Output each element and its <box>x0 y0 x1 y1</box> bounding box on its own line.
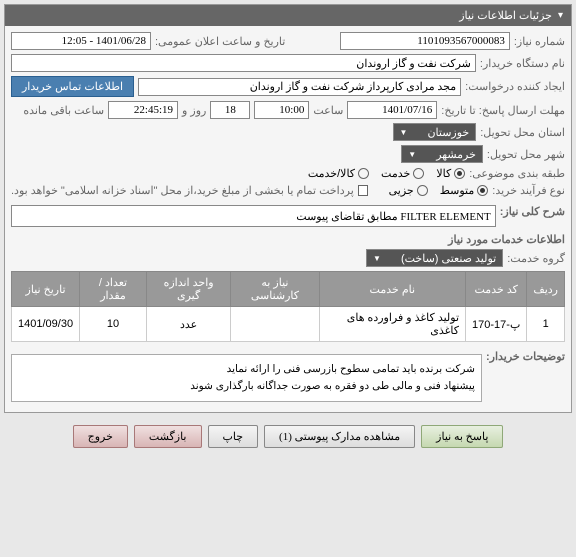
radio-partial-label: جزیی <box>389 184 414 197</box>
public-announce-input[interactable] <box>11 32 151 50</box>
panel-header[interactable]: ▾ جزئیات اطلاعات نیاز <box>5 5 571 26</box>
radio-both-label: کالا/خدمت <box>308 167 355 180</box>
service-group-dropdown[interactable]: تولید صنعتی (ساخت) ▼ <box>366 249 503 267</box>
category-label: طبقه بندی موضوعی: <box>469 167 565 180</box>
radio-medium-label: متوسط <box>440 184 475 197</box>
city-label: شهر محل تحویل: <box>487 148 565 161</box>
deadline-date-input[interactable] <box>347 101 437 119</box>
payment-checkbox[interactable] <box>358 185 368 196</box>
contact-button[interactable]: اطلاعات تماس خریدار <box>11 76 134 97</box>
days-remaining-input[interactable] <box>210 101 250 119</box>
radio-partial[interactable]: جزیی <box>389 184 428 197</box>
radio-service[interactable]: خدمت <box>381 167 424 180</box>
chevron-down-icon: ▼ <box>373 254 381 263</box>
radio-service-label: خدمت <box>381 167 410 180</box>
back-button[interactable]: بازگشت <box>134 425 202 448</box>
service-group-value: تولید صنعتی (ساخت) <box>401 252 496 265</box>
process-type-label: نوع فرآیند خرید: <box>492 184 565 197</box>
city-value: خرمشهر <box>436 148 476 161</box>
public-announce-label: تاریخ و ساعت اعلان عمومی: <box>155 35 285 48</box>
deadline-time-input[interactable] <box>254 101 309 119</box>
radio-icon <box>358 168 369 179</box>
payment-note-label: پرداخت تمام یا بخشی از مبلغ خرید،از محل … <box>11 184 354 197</box>
services-table: ردیف کد خدمت نام خدمت نیاز به کارشناسی و… <box>11 271 565 342</box>
radio-medium[interactable]: متوسط <box>440 184 489 197</box>
print-button[interactable]: چاپ <box>208 425 259 448</box>
chevron-down-icon: ▼ <box>408 150 416 159</box>
cell-unit: عدد <box>146 307 230 342</box>
deadline-label: مهلت ارسال پاسخ: تا تاریخ: <box>441 104 565 117</box>
table-row[interactable]: 1 پ-17-170 تولید کاغذ و فراورده های کاغذ… <box>12 307 565 342</box>
cell-idx: 1 <box>527 307 565 342</box>
action-buttons-bar: پاسخ به نیاز مشاهده مدارک پیوستی (1) چاپ… <box>4 417 572 456</box>
th-row: ردیف <box>527 272 565 307</box>
province-value: خوزستان <box>427 126 469 139</box>
radio-icon <box>454 168 465 179</box>
creator-label: ایجاد کننده درخواست: <box>465 80 565 93</box>
exit-button[interactable]: خروج <box>73 425 128 448</box>
cell-qty: 10 <box>80 307 147 342</box>
radio-goods[interactable]: کالا <box>436 167 465 180</box>
days-label: روز و <box>182 104 206 117</box>
panel-body: شماره نیاز: تاریخ و ساعت اعلان عمومی: نا… <box>5 26 571 412</box>
creator-input[interactable] <box>138 78 461 96</box>
th-expert: نیاز به کارشناسی <box>231 272 319 307</box>
main-panel: ▾ جزئیات اطلاعات نیاز شماره نیاز: تاریخ … <box>4 4 572 413</box>
radio-icon <box>477 185 488 196</box>
cell-name: تولید کاغذ و فراورده های کاغذی <box>319 307 465 342</box>
chevron-down-icon: ▼ <box>400 128 408 137</box>
radio-both[interactable]: کالا/خدمت <box>308 167 369 180</box>
th-unit: واحد اندازه گیری <box>146 272 230 307</box>
buyer-note-line2: پیشنهاد فنی و مالی طی دو فقره به صورت جد… <box>18 378 475 395</box>
reply-button[interactable]: پاسخ به نیاز <box>421 425 503 448</box>
panel-title: جزئیات اطلاعات نیاز <box>459 9 552 22</box>
attachments-button[interactable]: مشاهده مدارک پیوستی (1) <box>264 425 415 448</box>
need-number-label: شماره نیاز: <box>514 35 565 48</box>
city-dropdown[interactable]: خرمشهر ▼ <box>401 145 483 163</box>
cell-date: 1401/09/30 <box>12 307 80 342</box>
description-input[interactable] <box>11 205 496 227</box>
th-code: کد خدمت <box>466 272 527 307</box>
buyer-org-input[interactable] <box>11 54 476 72</box>
need-number-input[interactable] <box>340 32 510 50</box>
service-group-label: گروه خدمت: <box>507 252 565 265</box>
hour-label-1: ساعت <box>313 104 343 117</box>
radio-icon <box>417 185 428 196</box>
process-radio-group: متوسط جزیی <box>389 184 489 197</box>
radio-icon <box>413 168 424 179</box>
time-remaining-input[interactable] <box>108 101 178 119</box>
buyer-notes-box: شرکت برنده باید تمامی سطوح بازرسی فنی را… <box>11 354 482 402</box>
collapse-icon: ▾ <box>558 10 563 21</box>
buyer-notes-label: توضیحات خریدار: <box>486 350 565 363</box>
buyer-org-label: نام دستگاه خریدار: <box>480 57 565 70</box>
th-qty: تعداد / مقدار <box>80 272 147 307</box>
cell-code: پ-17-170 <box>466 307 527 342</box>
province-label: استان محل تحویل: <box>480 126 565 139</box>
services-section-title: اطلاعات خدمات مورد نیاز <box>11 233 565 246</box>
category-radio-group: کالا خدمت کالا/خدمت <box>308 167 465 180</box>
province-dropdown[interactable]: خوزستان ▼ <box>393 123 477 141</box>
buyer-note-line1: شرکت برنده باید تمامی سطوح بازرسی فنی را… <box>18 361 475 378</box>
radio-goods-label: کالا <box>436 167 451 180</box>
description-label: شرح کلی نیاز: <box>500 205 565 218</box>
th-name: نام خدمت <box>319 272 465 307</box>
remaining-label: ساعت باقی مانده <box>23 104 104 117</box>
th-date: تاریخ نیاز <box>12 272 80 307</box>
cell-expert <box>231 307 319 342</box>
